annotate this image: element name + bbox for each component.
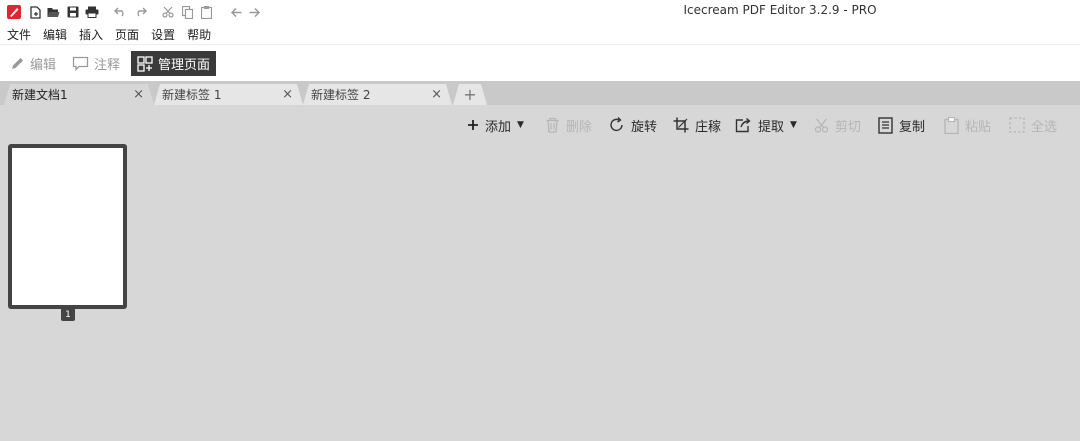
extract-label: 提取	[758, 119, 785, 135]
menu-bar: 文件 编辑 插入 页面 设置 帮助	[0, 24, 1080, 44]
menu-file[interactable]: 文件	[6, 26, 32, 43]
mode-bar: 编辑 注释 管理页面	[0, 44, 1080, 81]
trash-icon	[546, 117, 559, 133]
menu-insert[interactable]: 插入	[78, 26, 104, 43]
share-icon	[735, 117, 751, 133]
select-all-button[interactable]: 全选	[1009, 115, 1057, 135]
title-bar: Icecream PDF Editor 3.2.9 - PRO	[0, 0, 1080, 24]
menu-settings[interactable]: 设置	[150, 26, 176, 43]
close-icon[interactable]: ×	[431, 87, 442, 102]
menu-page[interactable]: 页面	[114, 26, 140, 43]
rotate-button[interactable]: 旋转	[609, 115, 657, 135]
manage-pages-icon	[137, 55, 153, 72]
paste-page-button[interactable]: 粘贴	[944, 115, 991, 135]
copy-page-button[interactable]: 复制	[878, 115, 925, 135]
tab-new-2[interactable]: 新建标签 2 ×	[303, 84, 452, 105]
comment-icon	[72, 56, 89, 71]
chevron-down-icon: ▼	[517, 120, 524, 130]
page-thumbnail[interactable]	[8, 144, 127, 309]
document-copy-icon	[878, 116, 893, 134]
select-all-icon	[1009, 117, 1025, 133]
cut-label: 剪切	[835, 119, 862, 135]
plus-icon	[468, 120, 478, 130]
copy-label: 复制	[899, 119, 926, 135]
page-number-badge: 1	[61, 308, 75, 321]
pencil-icon	[12, 58, 23, 69]
chevron-down-icon: ▼	[790, 120, 797, 130]
tab-label: 新建标签 2	[311, 88, 371, 102]
tab-document-1[interactable]: 新建文档1 ×	[4, 84, 154, 105]
mode-edit-button[interactable]: 编辑	[4, 51, 62, 76]
tab-label: 新建文档1	[12, 88, 68, 102]
tab-label: 新建标签 1	[162, 88, 222, 102]
paste-label: 粘贴	[965, 119, 992, 135]
crop-button[interactable]: 庄稼	[673, 115, 721, 135]
menu-help[interactable]: 帮助	[186, 26, 212, 43]
add-label: 添加	[485, 119, 512, 135]
app-title: Icecream PDF Editor 3.2.9 - PRO	[683, 3, 877, 17]
add-page-button[interactable]: 添加 ▼	[467, 115, 524, 135]
close-icon[interactable]: ×	[282, 87, 293, 102]
menu-edit[interactable]: 编辑	[42, 26, 68, 43]
mode-annotate-label: 注释	[94, 58, 121, 73]
tab-new-1[interactable]: 新建标签 1 ×	[154, 84, 303, 105]
close-icon[interactable]: ×	[133, 87, 144, 102]
tab-strip: 新建文档1 × 新建标签 1 × 新建标签 2 × +	[0, 81, 1080, 105]
rotate-icon	[610, 117, 623, 132]
delete-label: 删除	[566, 119, 593, 135]
select-all-label: 全选	[1031, 119, 1058, 135]
mode-manage-pages-button[interactable]: 管理页面	[131, 51, 217, 76]
crop-label: 庄稼	[695, 119, 722, 135]
crop-icon	[673, 117, 689, 133]
mode-manage-pages-label: 管理页面	[158, 58, 211, 73]
mode-edit-label: 编辑	[30, 58, 57, 73]
cut-page-button[interactable]: 剪切	[814, 115, 861, 135]
add-tab-button[interactable]: +	[453, 84, 487, 105]
rotate-label: 旋转	[631, 119, 658, 135]
extract-button[interactable]: 提取 ▼	[735, 115, 797, 135]
clipboard-icon	[944, 116, 959, 134]
scissors-icon	[814, 118, 829, 133]
mode-annotate-button[interactable]: 注释	[66, 51, 126, 76]
delete-page-button[interactable]: 删除	[545, 115, 592, 135]
